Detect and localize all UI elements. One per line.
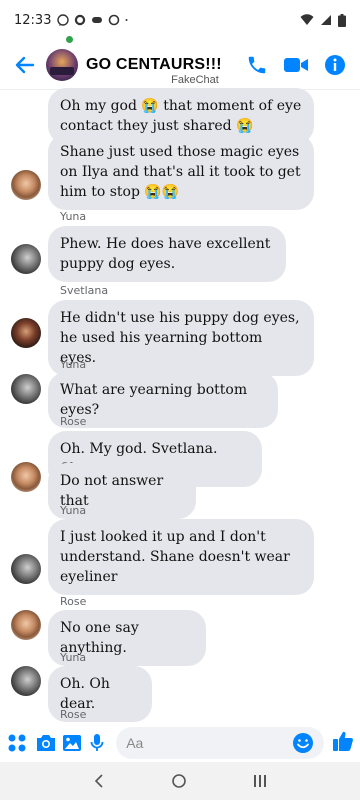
message-input[interactable]: Aa [116, 727, 325, 759]
notification-dot-icon [125, 19, 128, 21]
sender-name: Rose [60, 415, 87, 428]
avatar-yuna[interactable] [11, 554, 41, 584]
gallery-button[interactable] [61, 731, 84, 755]
sender-name: Rose [60, 708, 87, 721]
signal-icon [321, 15, 331, 25]
info-icon[interactable] [324, 54, 346, 76]
message-bubble[interactable]: Shane just used those magic eyes on Ilya… [48, 134, 314, 210]
thumbs-up-icon [333, 731, 353, 751]
sender-name: Yuna [60, 358, 87, 371]
sender-name: Svetlana [60, 284, 109, 297]
battery-icon [338, 13, 346, 27]
sender-name: Rose [60, 595, 87, 608]
like-button[interactable] [332, 730, 354, 757]
message-bubble[interactable]: I just looked it up and I don't understa… [48, 519, 314, 595]
message-bubble[interactable]: Phew. He does have excellent puppy dog e… [48, 226, 286, 282]
avatar-yuna[interactable] [11, 374, 41, 404]
avatar-rose[interactable] [11, 610, 41, 640]
camera-icon [36, 735, 55, 751]
nav-back-icon[interactable] [92, 773, 106, 789]
grid-dots-icon [8, 734, 26, 752]
avatar-svetlana[interactable] [11, 318, 41, 348]
avatar-rose[interactable] [11, 170, 41, 200]
online-status-dot [64, 34, 75, 45]
message-icon [57, 14, 70, 26]
message-list[interactable]: Oh my god 😭 that moment of eye contact t… [0, 88, 360, 724]
voice-button[interactable] [86, 731, 109, 755]
system-nav-bar [0, 762, 360, 800]
avatar-yuna[interactable] [11, 244, 41, 274]
wifi-icon [300, 14, 314, 25]
status-bar: 12:33 [0, 0, 360, 40]
arrow-left-icon [15, 56, 35, 73]
message-bubble[interactable]: He didn't use his puppy dog eyes, he use… [48, 300, 314, 376]
avatar-yuna[interactable] [11, 666, 41, 696]
image-icon [63, 735, 82, 751]
nav-recents-icon[interactable] [252, 773, 268, 789]
sender-name: Yuna [60, 651, 87, 664]
microphone-icon [90, 734, 104, 751]
video-call-icon[interactable] [284, 56, 308, 74]
status-time: 12:33 [14, 12, 52, 28]
message-input-placeholder: Aa [126, 735, 144, 751]
nav-home-icon[interactable] [171, 773, 187, 789]
app-watermark: FakeChat [171, 74, 219, 86]
more-actions-button[interactable] [6, 731, 29, 755]
avatar-rose[interactable] [11, 462, 41, 492]
sender-name: Yuna [60, 504, 87, 517]
chat-title[interactable]: GO CENTAURS!!! [86, 56, 222, 74]
composer-bar: Aa [0, 724, 360, 762]
phone-icon[interactable] [246, 54, 268, 76]
sender-name: Yuna [60, 210, 87, 223]
camera-button[interactable] [35, 731, 58, 755]
emoji-icon[interactable] [292, 732, 314, 754]
game-controller-icon [92, 17, 103, 23]
threads-icon [109, 14, 120, 26]
whatsapp-icon [75, 14, 86, 26]
